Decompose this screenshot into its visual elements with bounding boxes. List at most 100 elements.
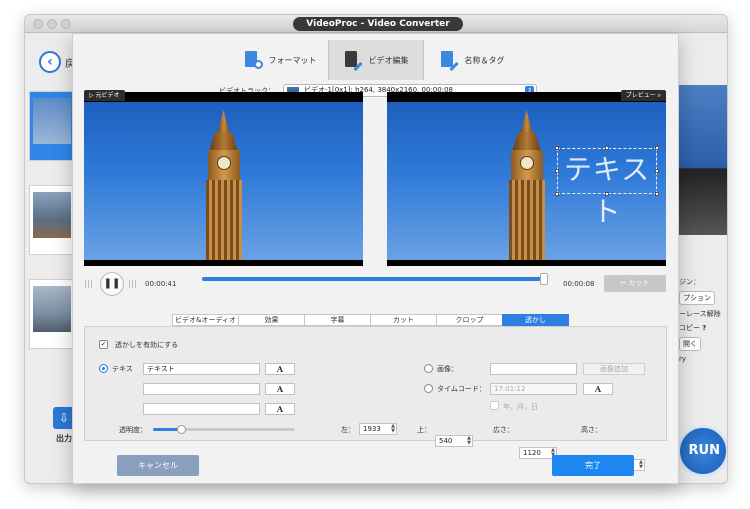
width-label: 広さ： <box>493 426 514 434</box>
preview-video-frame: テキスト <box>387 102 666 260</box>
help-icon[interactable]: ? <box>702 324 706 332</box>
run-button[interactable]: RUN <box>677 425 727 477</box>
close-window-button[interactable] <box>33 19 43 29</box>
height-label: 高さ： <box>581 426 602 434</box>
tab-video-edit[interactable]: ビデオ編集 <box>327 40 424 80</box>
watermark-panel: ✓ 透かしを有効にする テキス テキスト A A A 画像： 画像追加 タイムコ… <box>84 326 667 471</box>
text-input-1[interactable]: テキスト <box>143 363 260 375</box>
text-radio[interactable] <box>99 364 108 373</box>
opacity-slider[interactable] <box>153 425 295 434</box>
stepper-icon[interactable]: ▲▼ <box>467 436 471 446</box>
right-text: ーレース解除 <box>679 310 721 318</box>
title-bar: VideoProc - Video Converter <box>25 15 727 33</box>
subtab-video-audio[interactable]: ビデオ&オーディオ <box>172 314 239 326</box>
date-label: 年，月，日 <box>503 403 538 411</box>
image-path-field[interactable] <box>490 363 577 375</box>
right-thumbnail <box>679 85 727 235</box>
right-text: ry <box>679 355 687 363</box>
current-time: 00:00:41 <box>145 280 177 288</box>
clip-item[interactable] <box>29 91 73 161</box>
original-video-panel: ▷ 元ビデオ <box>84 90 363 266</box>
right-text: コピー ? <box>679 324 707 332</box>
cut-button[interactable]: ✂ カット <box>604 275 666 292</box>
add-image-button[interactable]: 画像追加 <box>583 363 645 375</box>
subtab-crop[interactable]: クロップ <box>436 314 503 326</box>
clock-tower-image <box>505 110 549 260</box>
opacity-handle[interactable] <box>177 425 187 434</box>
grip-icon <box>129 280 137 288</box>
grip-icon <box>85 280 93 288</box>
resize-handle[interactable] <box>655 192 659 196</box>
resize-handle[interactable] <box>555 169 559 173</box>
watermark-overlay-text: テキスト <box>563 153 651 228</box>
video-edit-dialog: フォーマット ビデオ編集 名称＆タグ ビデオトラック： ビデオ-1[0x1]: … <box>72 33 679 484</box>
name-tag-icon <box>439 51 459 72</box>
clip-item[interactable] <box>29 185 73 255</box>
resize-handle[interactable] <box>555 192 559 196</box>
edit-subtabs: ビデオ&オーディオ 効果 字幕 カット クロップ 透かし <box>172 314 569 326</box>
option-button[interactable]: プション <box>679 291 715 305</box>
zoom-window-button[interactable] <box>61 19 71 29</box>
dialog-tabs: フォーマット ビデオ編集 名称＆タグ <box>73 34 678 80</box>
subtab-cut[interactable]: カット <box>370 314 437 326</box>
tab-label: ビデオ編集 <box>368 55 409 65</box>
right-panel: ジン： プション ーレース解除 コピー ? 開く ry <box>679 85 727 363</box>
tab-name-tag[interactable]: 名称＆タグ <box>424 40 520 80</box>
scissors-icon: ✂ <box>620 279 627 287</box>
subtab-effects[interactable]: 効果 <box>238 314 305 326</box>
format-settings-icon <box>243 51 263 69</box>
preview-tag[interactable]: プレビュー ⌕ <box>620 90 666 101</box>
total-time: 00:00:08 <box>563 280 595 288</box>
minimize-window-button[interactable] <box>47 19 57 29</box>
image-radio-label: 画像： <box>437 365 458 373</box>
text-input-2[interactable] <box>143 383 260 395</box>
back-button[interactable]: ‹ <box>39 51 61 73</box>
subtab-watermark[interactable]: 透かし <box>502 314 569 326</box>
screen: VideoProc - Video Converter ‹ 戻 ⇩ 出力 ジン：… <box>0 0 750 509</box>
clip-list <box>29 91 73 391</box>
timecode-font-button[interactable]: A <box>583 383 613 395</box>
resize-handle[interactable] <box>655 169 659 173</box>
subtab-subtitles[interactable]: 字幕 <box>304 314 371 326</box>
pause-button[interactable]: ❚❚ <box>100 272 124 296</box>
font-button[interactable]: A <box>265 403 295 415</box>
date-checkbox[interactable] <box>490 401 499 410</box>
clip-item[interactable] <box>29 279 73 349</box>
font-button[interactable]: A <box>265 363 295 375</box>
timecode-radio[interactable] <box>424 384 433 393</box>
tab-label: フォーマット <box>268 55 317 65</box>
text-input-3[interactable] <box>143 403 260 415</box>
resize-handle[interactable] <box>555 146 559 150</box>
timecode-radio-label: タイムコード： <box>437 385 486 393</box>
done-button[interactable]: 完了 <box>552 455 634 476</box>
image-radio[interactable] <box>424 364 433 373</box>
cancel-button[interactable]: キャンセル <box>117 455 199 476</box>
original-video-frame <box>84 102 363 260</box>
resize-handle[interactable] <box>655 146 659 150</box>
tab-label: 名称＆タグ <box>464 55 505 65</box>
left-label: 左： <box>341 426 355 434</box>
watermark-overlay[interactable]: テキスト <box>555 146 659 228</box>
original-video-tag: ▷ 元ビデオ <box>84 90 125 101</box>
font-button[interactable]: A <box>265 383 295 395</box>
stepper-icon[interactable]: ▲▼ <box>639 460 643 470</box>
enable-watermark-checkbox[interactable]: ✓ <box>99 340 108 349</box>
opacity-label: 透明度： <box>119 426 147 434</box>
progress-slider[interactable] <box>202 273 548 285</box>
open-button[interactable]: 開く <box>679 337 701 351</box>
stepper-icon[interactable]: ▲▼ <box>391 424 395 434</box>
timecode-field[interactable]: 17:01:12 <box>490 383 577 395</box>
progress-fill <box>202 277 544 281</box>
tab-format[interactable]: フォーマット <box>232 40 328 80</box>
progress-handle[interactable] <box>539 273 548 285</box>
resize-handle[interactable] <box>605 192 609 196</box>
right-text: ジン： <box>679 278 700 286</box>
top-input[interactable]: 540 ▲ ▼ <box>435 435 473 447</box>
text-radio-label: テキス <box>112 365 133 373</box>
player-controls: ❚❚ 00:00:41 00:00:08 ✂ カット <box>73 272 678 296</box>
magnifier-icon: ⌕ <box>657 92 661 99</box>
resize-handle[interactable] <box>605 146 609 150</box>
left-input[interactable]: 1933 ▲ ▼ <box>359 423 397 435</box>
enable-watermark-label: 透かしを有効にする <box>115 341 179 349</box>
video-edit-icon <box>343 51 363 72</box>
